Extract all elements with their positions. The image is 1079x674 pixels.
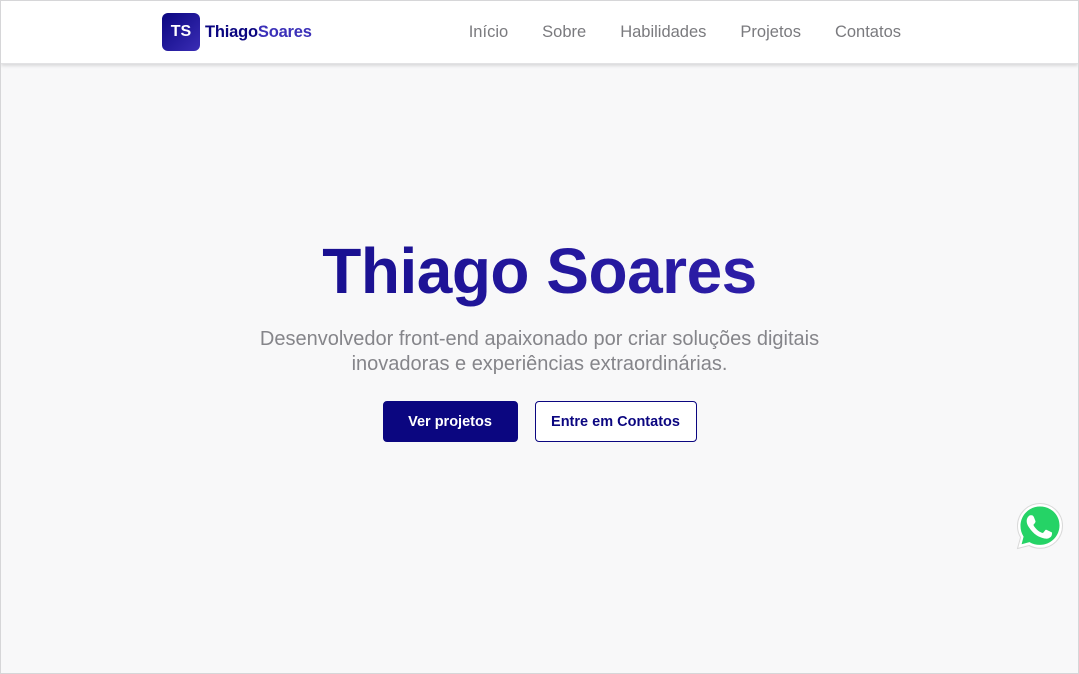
logo-text: ThiagoSoares bbox=[205, 23, 312, 42]
hero-subtitle: Desenvolvedor front-end apaixonado por c… bbox=[259, 328, 820, 375]
contact-button[interactable]: Entre em Contatos bbox=[534, 401, 697, 442]
logo-link[interactable]: TS ThiagoSoares bbox=[162, 13, 312, 51]
hero-section: Thiago Soares Desenvolvedor front-end ap… bbox=[1, 231, 1078, 442]
hero-title: Thiago Soares bbox=[1, 231, 1078, 311]
nav-link-inicio[interactable]: Início bbox=[469, 21, 508, 43]
nav-link-habilidades[interactable]: Habilidades bbox=[620, 21, 706, 43]
page: TS ThiagoSoares Início Sobre Habilidades… bbox=[0, 0, 1079, 674]
nav-link-projetos[interactable]: Projetos bbox=[740, 21, 801, 43]
hero-actions: Ver projetos Entre em Contatos bbox=[1, 401, 1078, 442]
logo-last-name: Soares bbox=[257, 22, 312, 41]
logo-mark: TS bbox=[162, 13, 200, 51]
view-projects-button[interactable]: Ver projetos bbox=[382, 401, 518, 442]
main-nav: Início Sobre Habilidades Projetos Contat… bbox=[469, 21, 901, 43]
top-navbar: TS ThiagoSoares Início Sobre Habilidades… bbox=[1, 1, 1078, 64]
nav-link-contatos[interactable]: Contatos bbox=[835, 21, 901, 43]
logo-first-name: Thiago bbox=[205, 22, 258, 41]
whatsapp-button[interactable] bbox=[1015, 501, 1065, 551]
nav-link-sobre[interactable]: Sobre bbox=[542, 21, 586, 43]
whatsapp-icon bbox=[1016, 502, 1064, 550]
